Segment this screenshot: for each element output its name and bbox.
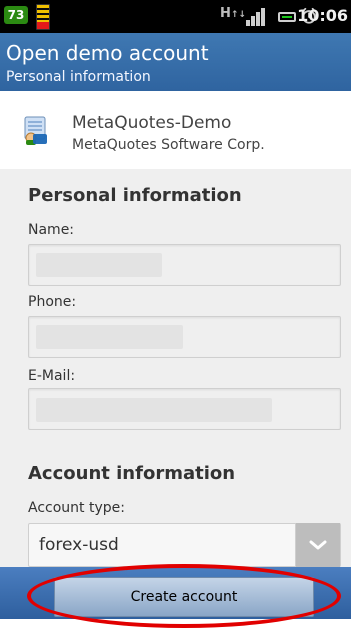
page-title: Open demo account xyxy=(6,41,209,65)
clock-time: 10:06 xyxy=(297,6,348,25)
chevron-down-icon[interactable] xyxy=(295,523,340,567)
server-icon xyxy=(24,116,47,145)
account-type-select[interactable]: forex-usd xyxy=(28,523,341,567)
section-title-account: Account information xyxy=(28,463,236,484)
notification-badge: 73 xyxy=(4,6,28,24)
phone-redaction xyxy=(36,325,183,349)
page-subtitle: Personal information xyxy=(6,69,151,85)
status-bar: 73 H↑↓ 10:06 xyxy=(0,0,351,33)
section-title-personal: Personal information xyxy=(28,185,242,206)
signal-strength-icon xyxy=(246,8,268,26)
email-label: E-Mail: xyxy=(28,368,76,384)
network-type-indicator: H↑↓ xyxy=(220,6,246,21)
server-company: MetaQuotes Software Corp. xyxy=(72,137,265,153)
name-redaction xyxy=(36,253,162,277)
battery-level-icon xyxy=(36,4,50,30)
battery-icon xyxy=(278,12,296,22)
name-label: Name: xyxy=(28,222,75,238)
phone-label: Phone: xyxy=(28,294,77,310)
notification-count: 73 xyxy=(7,8,25,22)
account-type-label: Account type: xyxy=(28,500,125,516)
create-account-button[interactable]: Create account xyxy=(54,577,314,617)
server-name: MetaQuotes-Demo xyxy=(72,113,232,133)
title-bar: Open demo account Personal information xyxy=(0,33,351,91)
account-type-value: forex-usd xyxy=(39,535,119,555)
email-redaction xyxy=(36,398,272,422)
